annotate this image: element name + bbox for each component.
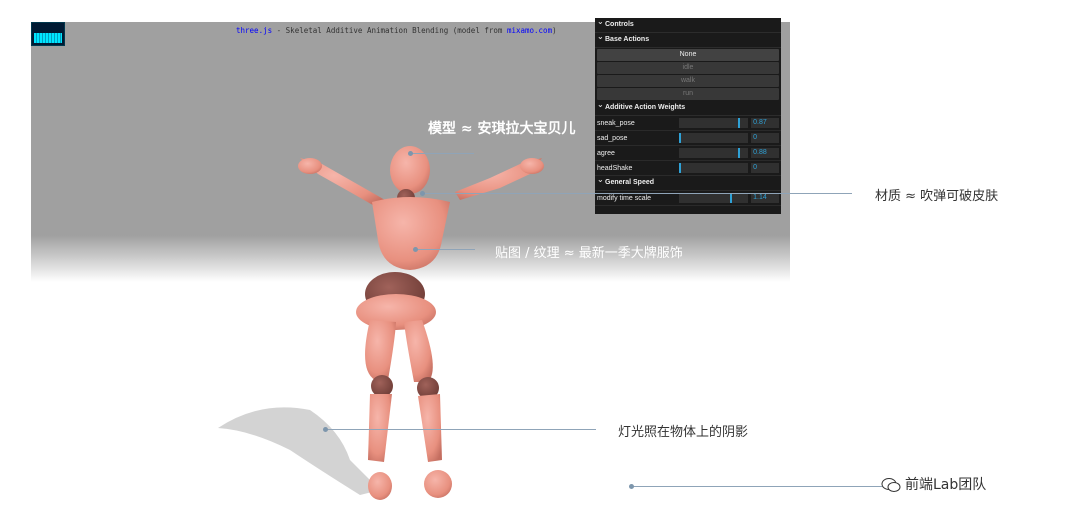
time-scale-value-input[interactable]: 1.14 xyxy=(751,193,780,203)
time-scale-label: modify time scale xyxy=(597,194,652,202)
slider-thumb xyxy=(678,133,681,143)
sad-pose-slider[interactable] xyxy=(678,133,749,143)
weight-label: sad_pose xyxy=(597,134,628,142)
annotation-bottom-line xyxy=(632,486,882,487)
mannequin-model xyxy=(218,146,544,500)
base-actions-header[interactable]: Base Actions xyxy=(595,30,781,48)
slider-thumb xyxy=(737,118,740,128)
agree-slider[interactable] xyxy=(678,148,749,158)
sad-pose-value-input[interactable]: 0 xyxy=(751,133,780,143)
slider-thumb xyxy=(678,163,681,173)
annotation-model-dot xyxy=(408,151,413,156)
sneak-pose-value-input[interactable]: 0.87 xyxy=(751,118,780,128)
weight-row-sad-pose: sad_pose 0 xyxy=(595,131,781,146)
annotation-texture: 贴图 / 纹理 ≈ 最新一季大牌服饰 xyxy=(495,246,683,261)
annotation-light: 灯光照在物体上的阴影 xyxy=(618,425,749,440)
wechat-icon xyxy=(881,478,901,492)
time-scale-slider[interactable] xyxy=(678,193,749,203)
action-idle-button[interactable]: idle xyxy=(597,62,779,74)
annotation-material-dot xyxy=(420,191,425,196)
action-none-button[interactable]: None xyxy=(597,49,779,61)
title-three-js-link[interactable]: three.js xyxy=(236,26,272,35)
weight-label: agree xyxy=(597,149,615,157)
fps-stats-panel[interactable] xyxy=(31,22,65,46)
annotation-bottom-dot xyxy=(629,484,634,489)
action-run-button[interactable]: run xyxy=(597,88,779,100)
annotation-light-line xyxy=(326,429,596,430)
annotation-material: 材质 ≈ 吹弹可破皮肤 xyxy=(875,189,999,204)
title-text: - Skeletal Additive Animation Blending (… xyxy=(272,26,507,35)
annotation-material-line xyxy=(422,193,852,194)
weight-row-sneak-pose: sneak_pose 0.87 xyxy=(595,116,781,131)
weight-row-agree: agree 0.88 xyxy=(595,146,781,161)
general-speed-header[interactable]: General Speed xyxy=(595,173,781,191)
controls-header[interactable]: Controls xyxy=(595,15,781,33)
mixamo-link[interactable]: mixamo.com xyxy=(507,26,552,35)
annotation-model-line xyxy=(410,153,474,154)
weight-label: headShake xyxy=(597,164,633,172)
slider-thumb xyxy=(738,148,741,158)
action-walk-button[interactable]: walk xyxy=(597,75,779,87)
annotation-model: 模型 ≈ 安琪拉大宝贝儿 xyxy=(428,121,576,137)
weight-row-headshake: headShake 0 xyxy=(595,161,781,176)
weight-label: sneak_pose xyxy=(597,119,635,127)
headshake-slider[interactable] xyxy=(678,163,749,173)
headshake-value-input[interactable]: 0 xyxy=(751,163,780,173)
annotation-texture-line xyxy=(415,249,475,250)
watermark-text: 前端Lab团队 xyxy=(905,477,987,493)
page-title: three.js - Skeletal Additive Animation B… xyxy=(236,26,557,35)
annotation-light-dot xyxy=(323,427,328,432)
watermark: 前端Lab团队 xyxy=(881,474,986,494)
controls-panel[interactable]: Controls Base Actions None idle walk run… xyxy=(595,15,781,214)
sneak-pose-slider[interactable] xyxy=(678,118,749,128)
annotation-texture-dot xyxy=(413,247,418,252)
slider-thumb xyxy=(730,193,733,203)
agree-value-input[interactable]: 0.88 xyxy=(751,148,780,158)
additive-weights-header[interactable]: Additive Action Weights xyxy=(595,98,781,116)
title-suffix: ) xyxy=(552,26,557,35)
